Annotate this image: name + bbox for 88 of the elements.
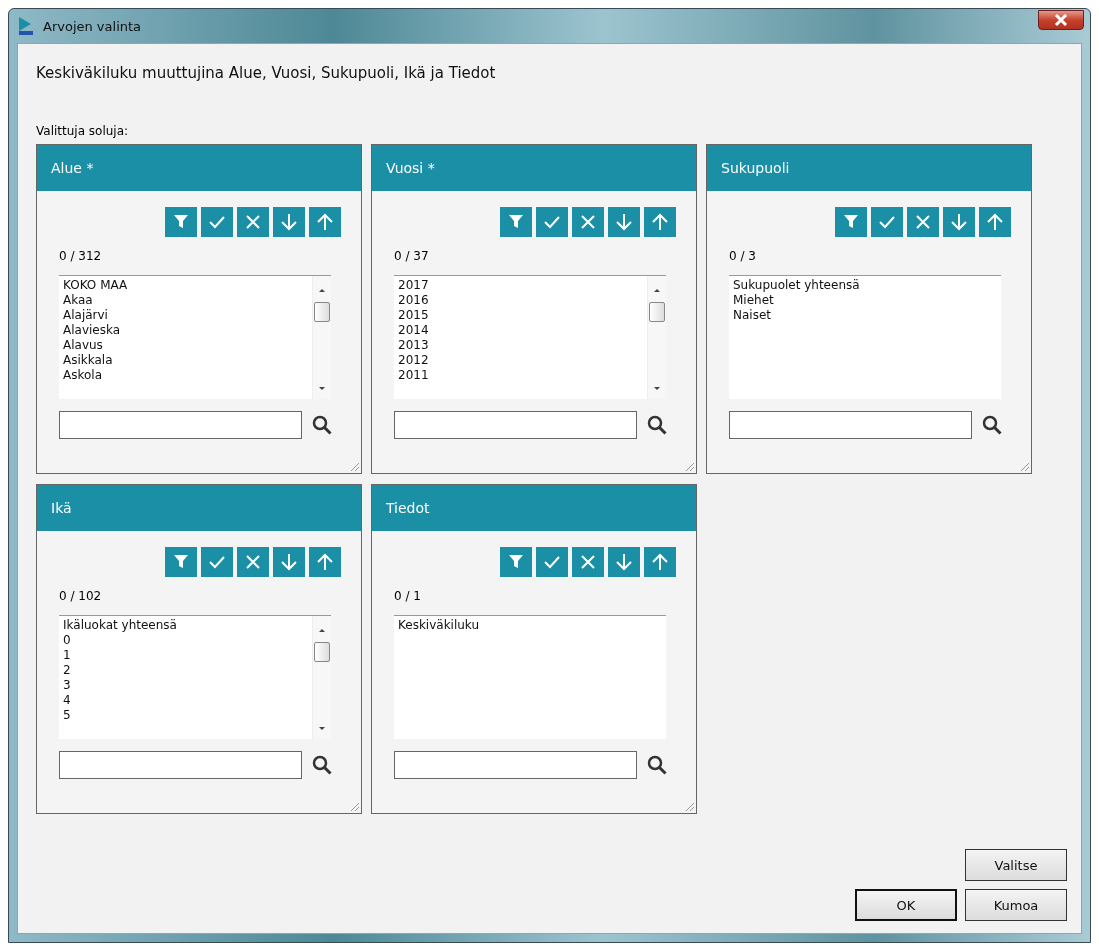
app-logo-icon xyxy=(17,16,35,36)
dialog-button[interactable]: Valitse xyxy=(965,849,1067,881)
selected-cells-label: Valittuja soluja: xyxy=(36,124,130,138)
selection-count: 0 / 3 xyxy=(729,249,757,263)
panel-header: Alue * xyxy=(37,145,361,191)
list-item[interactable]: 2013 xyxy=(398,338,643,353)
list-item[interactable]: 2014 xyxy=(398,323,643,338)
search-field[interactable] xyxy=(59,411,302,439)
cross-icon[interactable] xyxy=(237,547,269,577)
filter-icon[interactable] xyxy=(165,207,197,237)
list-item[interactable]: 2017 xyxy=(398,278,643,293)
cross-icon[interactable] xyxy=(237,207,269,237)
list-item[interactable]: 2015 xyxy=(398,308,643,323)
list-item[interactable]: 4 xyxy=(63,693,308,708)
filter-icon[interactable] xyxy=(835,207,867,237)
list-item[interactable]: 5 xyxy=(63,708,308,723)
list-item[interactable]: 2 xyxy=(63,663,308,678)
selection-count: 0 / 312 xyxy=(59,249,103,263)
cross-icon[interactable] xyxy=(572,207,604,237)
checkmark-icon[interactable] xyxy=(201,547,233,577)
list-item[interactable]: Miehet xyxy=(733,293,997,308)
list-item[interactable]: Ikäluokat yhteensä xyxy=(63,618,308,633)
search-icon[interactable] xyxy=(312,415,332,435)
scroll-down-icon[interactable] xyxy=(317,725,327,733)
resize-grip-icon[interactable] xyxy=(1018,460,1030,472)
resize-grip-icon[interactable] xyxy=(683,460,695,472)
window-title: Arvojen valinta xyxy=(43,18,143,34)
list-item[interactable]: Keskiväkiluku xyxy=(398,618,662,633)
values-list[interactable]: KOKO MAA Akaa Alajärvi Alavieska Alavus Asikkala Askola xyxy=(59,275,331,399)
search-icon[interactable] xyxy=(647,415,667,435)
scroll-up-icon[interactable] xyxy=(652,286,662,294)
list-item[interactable]: KOKO MAA xyxy=(63,278,308,293)
list-item[interactable]: Alajärvi xyxy=(63,308,308,323)
list-item[interactable]: Sukupuolet yhteensä xyxy=(733,278,997,293)
cross-icon[interactable] xyxy=(907,207,939,237)
list-item[interactable]: Alavus xyxy=(63,338,308,353)
list-item[interactable]: 2016 xyxy=(398,293,643,308)
resize-grip-icon[interactable] xyxy=(348,800,360,812)
values-list[interactable]: Sukupuolet yhteensä Miehet Naiset xyxy=(729,275,1001,399)
list-item[interactable]: Askola xyxy=(63,368,308,383)
scrollbar-thumb[interactable] xyxy=(314,302,330,322)
selection-count: 0 / 37 xyxy=(394,249,430,263)
resize-grip-icon[interactable] xyxy=(348,460,360,472)
scroll-up-icon[interactable] xyxy=(317,626,327,634)
search-field[interactable] xyxy=(729,411,972,439)
search-icon[interactable] xyxy=(312,755,332,775)
values-list[interactable]: Ikäluokat yhteensä 0 1 2 3 4 5 xyxy=(59,615,331,739)
close-button[interactable] xyxy=(1038,10,1084,30)
list-item[interactable]: Akaa xyxy=(63,293,308,308)
panel-header: Vuosi * xyxy=(372,145,696,191)
filter-icon[interactable] xyxy=(500,207,532,237)
scrollbar-thumb[interactable] xyxy=(314,642,330,662)
panel-header: Ikä xyxy=(37,485,361,531)
scrollbar-thumb[interactable] xyxy=(649,302,665,322)
checkmark-icon[interactable] xyxy=(536,547,568,577)
list-item[interactable]: 1 xyxy=(63,648,308,663)
search-field[interactable] xyxy=(59,751,302,779)
filter-icon[interactable] xyxy=(165,547,197,577)
close-icon xyxy=(1054,14,1068,26)
list-item[interactable]: 2012 xyxy=(398,353,643,368)
checkmark-icon[interactable] xyxy=(201,207,233,237)
list-item[interactable]: Alavieska xyxy=(63,323,308,338)
search-icon[interactable] xyxy=(647,755,667,775)
list-item[interactable]: Naiset xyxy=(733,308,997,323)
values-list[interactable]: Keskiväkiluku xyxy=(394,615,666,739)
cross-icon[interactable] xyxy=(572,547,604,577)
search-field[interactable] xyxy=(394,411,637,439)
values-list[interactable]: 2017 2016 2015 2014 2013 2012 2011 xyxy=(394,275,666,399)
dialog-button[interactable]: Kumoa xyxy=(965,889,1067,921)
scroll-down-icon[interactable] xyxy=(317,385,327,393)
resize-grip-icon[interactable] xyxy=(683,800,695,812)
panel-header: Tiedot xyxy=(372,485,696,531)
list-item[interactable]: 2011 xyxy=(398,368,643,383)
checkmark-icon[interactable] xyxy=(871,207,903,237)
dialog-heading: Keskiväkiluku muuttujina Alue, Vuosi, Sukupuoli, Ikä ja Tiedot xyxy=(36,64,497,82)
dialog-button[interactable]: OK xyxy=(855,889,957,921)
scroll-up-icon[interactable] xyxy=(317,286,327,294)
list-item[interactable]: Asikkala xyxy=(63,353,308,368)
checkmark-icon[interactable] xyxy=(536,207,568,237)
panel-header: Sukupuoli xyxy=(707,145,1031,191)
list-item[interactable]: 0 xyxy=(63,633,308,648)
filter-icon[interactable] xyxy=(500,547,532,577)
scroll-down-icon[interactable] xyxy=(652,385,662,393)
search-field[interactable] xyxy=(394,751,637,779)
selection-count: 0 / 102 xyxy=(59,589,103,603)
search-icon[interactable] xyxy=(982,415,1002,435)
list-item[interactable]: 3 xyxy=(63,678,308,693)
selection-count: 0 / 1 xyxy=(394,589,422,603)
